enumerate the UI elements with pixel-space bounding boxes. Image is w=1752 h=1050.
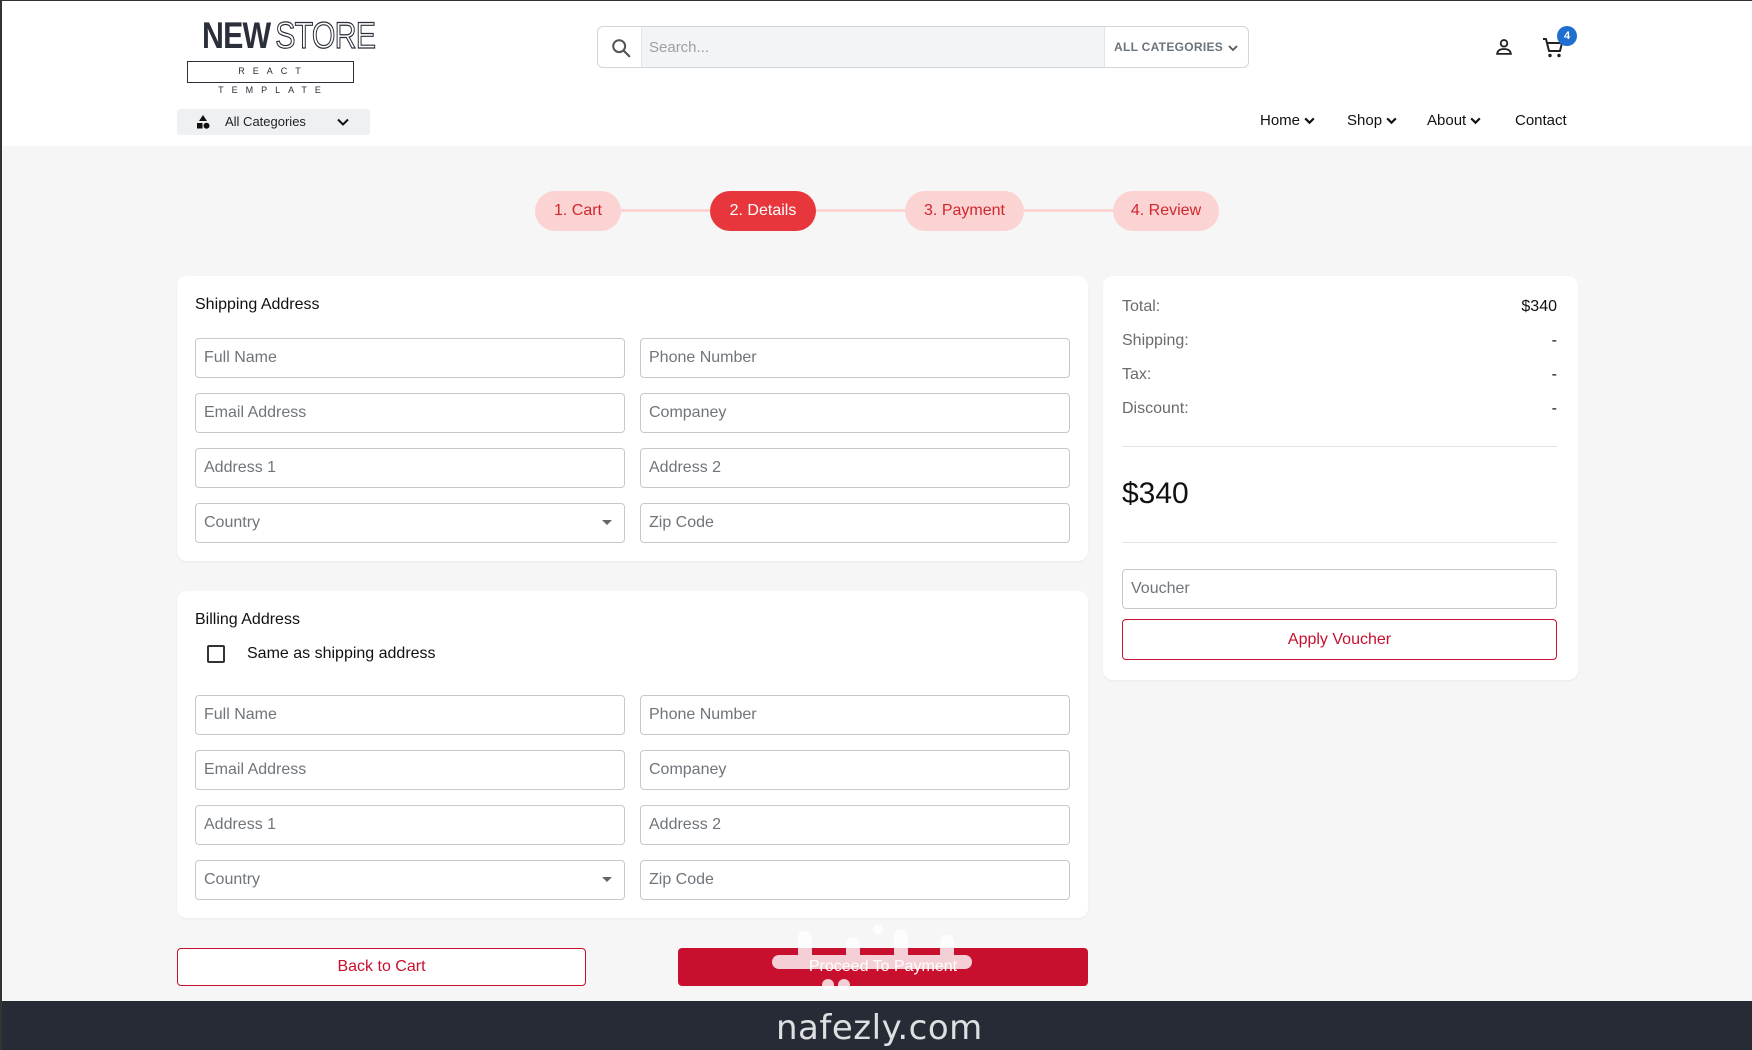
- billing-country-select[interactable]: Country: [195, 860, 625, 900]
- all-categories-menu[interactable]: All Categories: [177, 109, 370, 135]
- dropdown-caret-icon: [602, 877, 612, 882]
- stepper-connector: [1022, 209, 1114, 212]
- same-as-shipping-label[interactable]: Same as shipping address: [247, 645, 436, 663]
- summary-total-row: Total: $340: [1122, 298, 1557, 316]
- nav-contact[interactable]: Contact: [1515, 108, 1567, 134]
- shipping-address2-field[interactable]: Address 2: [640, 448, 1070, 488]
- billing-zip-field[interactable]: Zip Code: [640, 860, 1070, 900]
- summary-divider: [1122, 446, 1557, 447]
- chevron-down-icon: [1304, 117, 1315, 124]
- summary-shipping-value: -: [1551, 332, 1557, 349]
- billing-company-field[interactable]: Companey: [640, 750, 1070, 790]
- chevron-down-icon: [337, 118, 349, 126]
- all-categories-label: All Categories: [225, 114, 306, 129]
- summary-discount-value: -: [1551, 400, 1557, 417]
- shipping-address-title: Shipping Address: [195, 296, 320, 313]
- shipping-company-field[interactable]: Companey: [640, 393, 1070, 433]
- nav-shop[interactable]: Shop: [1347, 108, 1398, 134]
- watermark-logo: [772, 925, 972, 991]
- user-icon[interactable]: [1493, 36, 1515, 58]
- cart-count-badge: 4: [1557, 26, 1577, 46]
- summary-discount-row: Discount: -: [1122, 400, 1557, 418]
- summary-tax-row: Tax: -: [1122, 366, 1557, 384]
- billing-address-title: Billing Address: [195, 611, 300, 628]
- nav-about[interactable]: About: [1427, 108, 1482, 134]
- apply-voucher-button[interactable]: Apply Voucher: [1122, 619, 1557, 660]
- summary-discount-label: Discount:: [1122, 400, 1189, 417]
- shipping-country-label: Country: [204, 514, 261, 531]
- shipping-full-name-field[interactable]: Full Name: [195, 338, 625, 378]
- site-header: NEWSTORE REACT TEMPLATE ALL CATEGORIES 4…: [2, 1, 1752, 146]
- billing-address1-field[interactable]: Address 1: [195, 805, 625, 845]
- shipping-country-select[interactable]: Country: [195, 503, 625, 543]
- summary-divider: [1122, 542, 1557, 543]
- step-payment[interactable]: 3. Payment: [905, 191, 1024, 231]
- search-bar: ALL CATEGORIES: [597, 26, 1249, 68]
- search-category-dropdown[interactable]: ALL CATEGORIES: [1114, 27, 1239, 67]
- category-shapes-icon: [197, 115, 210, 129]
- stepper-connector: [814, 209, 910, 212]
- summary-total-label: Total:: [1122, 298, 1161, 315]
- nav-home[interactable]: Home: [1260, 108, 1316, 134]
- summary-shipping-row: Shipping: -: [1122, 332, 1557, 350]
- store-logo[interactable]: NEW STORE REACT TEMPLATE: [187, 14, 376, 95]
- shipping-phone-field[interactable]: Phone Number: [640, 338, 1070, 378]
- back-to-cart-button[interactable]: Back to Cart: [177, 948, 586, 986]
- step-review[interactable]: 4. Review: [1113, 191, 1219, 231]
- billing-phone-field[interactable]: Phone Number: [640, 695, 1070, 735]
- voucher-input[interactable]: Voucher: [1122, 569, 1557, 609]
- step-details[interactable]: 2. Details: [710, 191, 816, 231]
- chevron-down-icon: [1386, 117, 1397, 124]
- chevron-down-icon: [1228, 45, 1238, 52]
- billing-country-label: Country: [204, 871, 261, 888]
- shipping-email-field[interactable]: Email Address: [195, 393, 625, 433]
- summary-grand-total: $340: [1122, 477, 1189, 510]
- summary-total-value: $340: [1521, 298, 1557, 315]
- summary-tax-label: Tax:: [1122, 366, 1152, 383]
- billing-email-field[interactable]: Email Address: [195, 750, 625, 790]
- chevron-down-icon: [1470, 117, 1481, 124]
- dropdown-caret-icon: [602, 520, 612, 525]
- watermark-text: nafezly.com: [776, 1008, 983, 1048]
- logo-tagline: REACT TEMPLATE: [187, 61, 354, 95]
- shipping-address1-field[interactable]: Address 1: [195, 448, 625, 488]
- summary-tax-value: -: [1551, 366, 1557, 383]
- search-icon[interactable]: [610, 37, 632, 59]
- step-cart[interactable]: 1. Cart: [535, 191, 621, 231]
- stepper-connector: [620, 209, 710, 212]
- billing-full-name-field[interactable]: Full Name: [195, 695, 625, 735]
- billing-address2-field[interactable]: Address 2: [640, 805, 1070, 845]
- summary-shipping-label: Shipping:: [1122, 332, 1189, 349]
- search-input[interactable]: [641, 27, 1105, 67]
- shipping-zip-field[interactable]: Zip Code: [640, 503, 1070, 543]
- logo-wordmark: NEW STORE: [202, 14, 376, 56]
- same-as-shipping-checkbox[interactable]: [207, 645, 225, 663]
